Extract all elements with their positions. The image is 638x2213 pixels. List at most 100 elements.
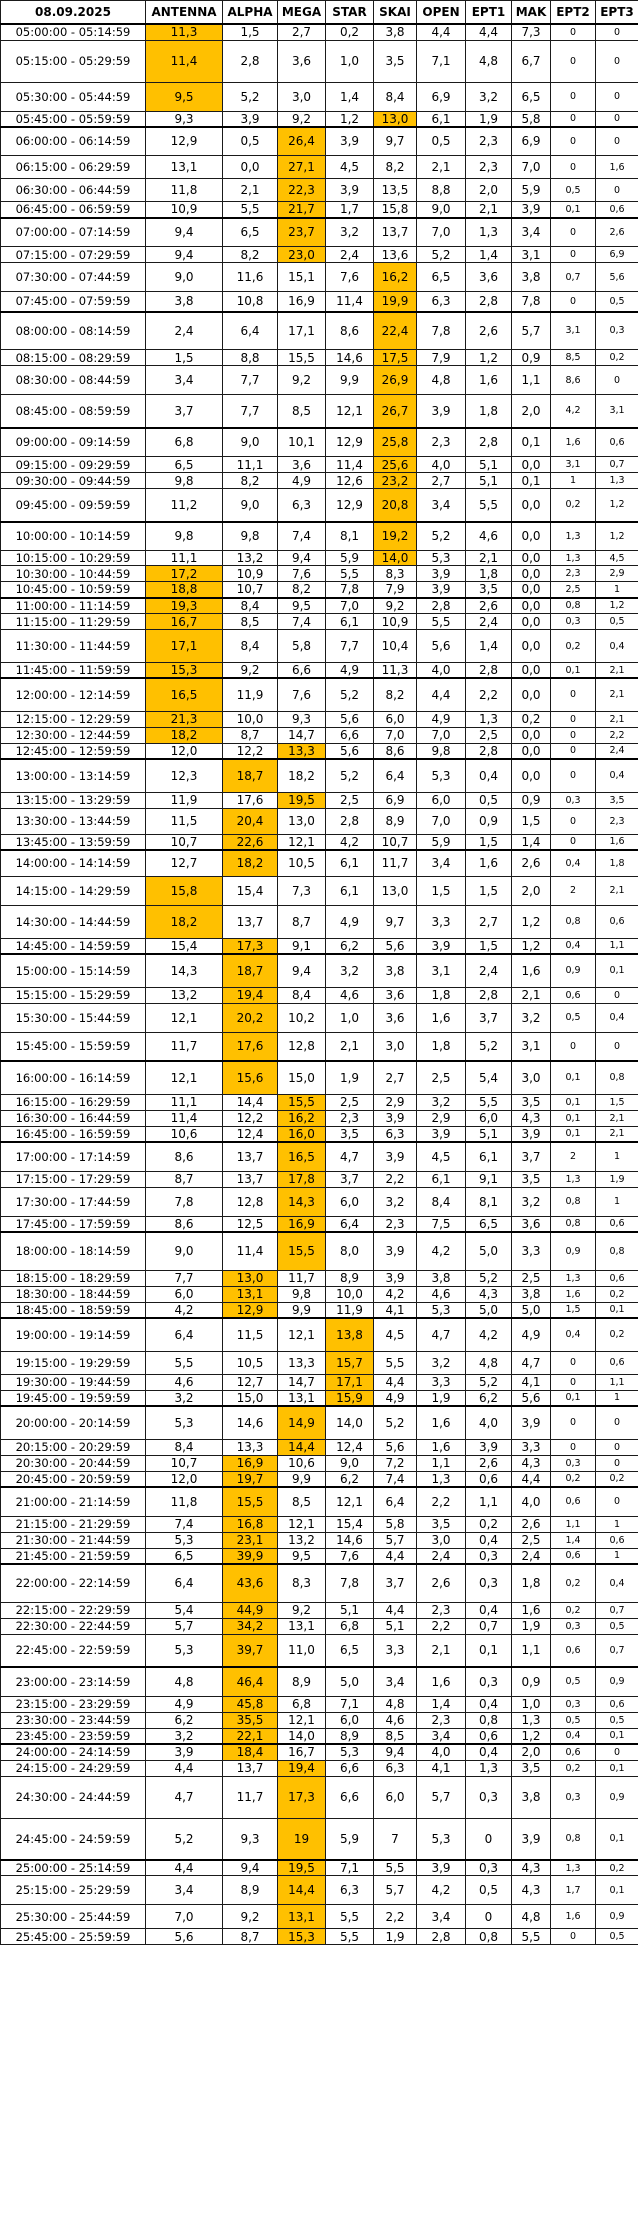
rating-cell-ept1: 5,1	[465, 1125, 512, 1143]
rating-cell-open: 1,6	[416, 1438, 466, 1456]
rating-cell-antenna: 12,0	[145, 742, 223, 760]
rating-cell-mak: 3,5	[511, 1759, 551, 1777]
table-row: 21:45:00 - 21:59:59 6,5 39,9 9,5 7,6 4,4 2,4 0,…	[0, 1547, 638, 1565]
rating-cell-alpha: 14,6	[222, 1405, 278, 1440]
rating-cell-mak: 2,6	[511, 1515, 551, 1533]
rating-cell-star: 4,5	[325, 155, 374, 179]
rating-cell-mak: 0,9	[511, 791, 551, 809]
rating-cell-skai: 16,2	[373, 262, 417, 292]
rating-cell-mega: 19,4	[277, 1759, 326, 1777]
rating-cell-open: 6,5	[416, 262, 466, 292]
rating-cell-ept3: 1,8	[595, 849, 638, 877]
rating-cell-ept2: 0,2	[550, 1470, 596, 1488]
rating-cell-ept2: 0,5	[550, 1002, 596, 1033]
time-slot-cell: 10:45:00 - 10:59:59	[0, 581, 146, 598]
table-row: 13:30:00 - 13:44:59 11,5 20,4 13,0 2,8 8,9 7,0…	[0, 807, 638, 835]
rating-cell-open: 1,5	[416, 875, 466, 906]
rating-cell-antenna: 3,4	[145, 365, 223, 395]
rating-cell-mega: 8,4	[277, 986, 326, 1004]
rating-cell-alpha: 18,7	[222, 953, 278, 988]
rating-cell-ept3: 0,5	[595, 1617, 638, 1635]
rating-cell-ept1: 1,5	[465, 875, 512, 906]
rating-cell-alpha: 13,7	[222, 1170, 278, 1188]
rating-cell-skai: 13,6	[373, 246, 417, 263]
rating-cell-star: 6,0	[325, 1711, 374, 1729]
rating-cell-mak: 0,0	[511, 662, 551, 679]
rating-cell-alpha: 5,5	[222, 201, 278, 218]
rating-cell-open: 3,9	[416, 394, 466, 428]
table-row: 15:30:00 - 15:44:59 12,1 20,2 10,2 1,0 3,6 1,6…	[0, 1002, 638, 1033]
rating-cell-skai: 5,7	[373, 1531, 417, 1549]
rating-cell-alpha: 13,0	[222, 1269, 278, 1287]
rating-cell-star: 15,4	[325, 1515, 374, 1533]
time-slot-cell: 16:00:00 - 16:14:59	[0, 1060, 146, 1095]
time-slot-cell: 07:00:00 - 07:14:59	[0, 216, 146, 247]
rating-cell-star: 6,8	[325, 1617, 374, 1635]
table-row: 21:00:00 - 21:14:59 11,8 15,5 8,5 12,1 6,4 2,2…	[0, 1486, 638, 1517]
rating-cell-ept2: 0	[550, 710, 596, 728]
rating-cell-star: 2,1	[325, 1031, 374, 1062]
rating-cell-alpha: 11,9	[222, 677, 278, 712]
rating-cell-antenna: 21,3	[145, 710, 223, 728]
rating-cell-star: 6,3	[325, 1875, 374, 1905]
rating-cell-ept1: 4,3	[465, 1285, 512, 1303]
rating-cell-antenna: 11,2	[145, 488, 223, 522]
rating-cell-antenna: 5,2	[145, 1817, 223, 1861]
rating-cell-skai: 5,5	[373, 1859, 417, 1876]
rating-cell-skai: 10,9	[373, 613, 417, 630]
rating-cell-open: 5,3	[416, 1301, 466, 1319]
rating-cell-ept3: 1,3	[595, 472, 638, 489]
rating-cell-ept2: 0,3	[550, 1617, 596, 1635]
time-slot-cell: 12:15:00 - 12:29:59	[0, 710, 146, 728]
rating-cell-ept2: 0,1	[550, 1125, 596, 1143]
rating-cell-open: 2,7	[416, 472, 466, 489]
rating-cell-open: 2,8	[416, 1928, 466, 1945]
rating-cell-alpha: 34,2	[222, 1617, 278, 1635]
rating-cell-ept1: 2,8	[465, 291, 512, 312]
rating-cell-alpha: 3,9	[222, 110, 278, 127]
table-row: 25:45:00 - 25:59:59 5,6 8,7 15,3 5,5 1,9 2,8 0,…	[0, 1928, 638, 1945]
rating-cell-star: 7,1	[325, 1859, 374, 1876]
rating-cell-mak: 4,0	[511, 1486, 551, 1517]
rating-cell-mega: 7,3	[277, 875, 326, 906]
rating-cell-ept2: 0	[550, 1350, 596, 1375]
rating-cell-mega: 8,7	[277, 904, 326, 939]
rating-cell-mega: 9,1	[277, 937, 326, 955]
rating-cell-skai: 6,3	[373, 1759, 417, 1777]
rating-cell-alpha: 8,4	[222, 629, 278, 663]
rating-cell-ept2: 0	[550, 726, 596, 744]
rating-cell-mak: 3,3	[511, 1231, 551, 1271]
rating-cell-skai: 2,2	[373, 1904, 417, 1929]
table-row: 08:45:00 - 08:59:59 3,7 7,7 8,5 12,1 26,7 3,9 1…	[0, 394, 638, 428]
rating-cell-skai: 11,3	[373, 662, 417, 679]
rating-cell-star: 2,3	[325, 1109, 374, 1127]
rating-cell-ept3: 2,1	[595, 1125, 638, 1143]
rating-cell-skai: 5,6	[373, 937, 417, 955]
rating-cell-ept2: 0,7	[550, 262, 596, 292]
rating-cell-skai: 5,7	[373, 1875, 417, 1905]
rating-cell-ept2: 0,8	[550, 1186, 596, 1217]
rating-cell-open: 3,1	[416, 953, 466, 988]
rating-cell-open: 7,5	[416, 1215, 466, 1233]
rating-cell-mega: 18,2	[277, 758, 326, 793]
rating-cell-alpha: 18,2	[222, 849, 278, 877]
table-row: 09:15:00 - 09:29:59 6,5 11,1 3,6 11,4 25,6 4,0…	[0, 456, 638, 473]
rating-cell-ept3: 2,1	[595, 710, 638, 728]
rating-cell-mak: 1,2	[511, 937, 551, 955]
rating-cell-mega: 14,4	[277, 1438, 326, 1456]
time-slot-cell: 15:30:00 - 15:44:59	[0, 1002, 146, 1033]
rating-cell-skai: 4,4	[373, 1547, 417, 1565]
rating-cell-ept3: 0	[595, 365, 638, 395]
table-row: 12:00:00 - 12:14:59 16,5 11,9 7,6 5,2 8,2 4,4 2…	[0, 677, 638, 712]
rating-cell-alpha: 9,3	[222, 1817, 278, 1861]
rating-cell-antenna: 5,7	[145, 1617, 223, 1635]
rating-cell-ept2: 0	[550, 742, 596, 760]
rating-cell-mak: 0,1	[511, 472, 551, 489]
rating-cell-ept3: 0	[595, 1486, 638, 1517]
channel-header-alpha: ALPHA	[222, 0, 278, 25]
rating-cell-ept3: 0	[595, 178, 638, 202]
rating-cell-skai: 3,9	[373, 1231, 417, 1271]
rating-cell-star: 7,1	[325, 1695, 374, 1713]
rating-cell-ept3: 3,5	[595, 791, 638, 809]
table-row: 09:00:00 - 09:14:59 6,8 9,0 10,1 12,9 25,8 2,3…	[0, 426, 638, 457]
